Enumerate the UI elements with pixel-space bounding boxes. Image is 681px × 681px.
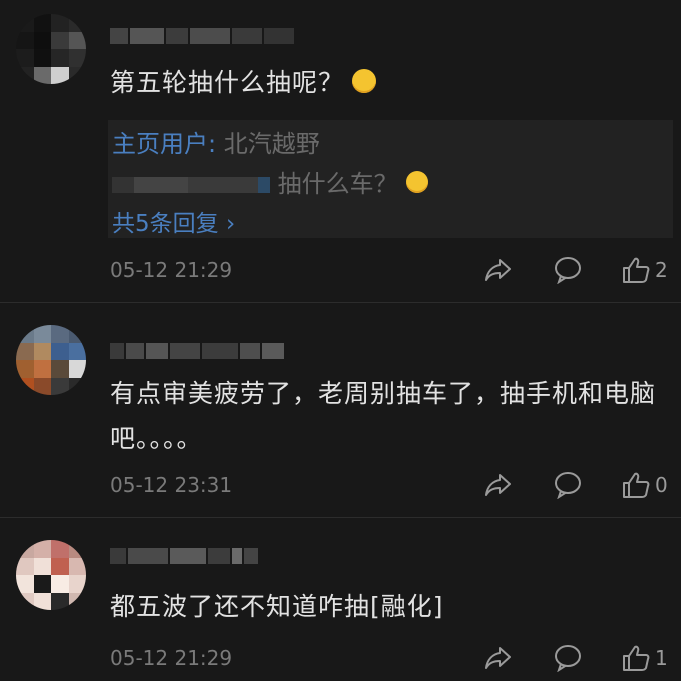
avatar[interactable] [16,540,86,610]
comment-meta: 05-12 21:29 2 [110,254,671,286]
reply-button[interactable] [551,254,585,286]
reply-preview-line: 抽什么车？ [112,164,669,204]
share-button[interactable] [481,642,515,674]
thumbs-up-icon [623,645,650,671]
comment-time: 05-12 21:29 [110,258,233,282]
comment-text: 有点审美疲劳了，老周别抽车了，抽手机和电脑吧。。。。 [110,379,657,453]
comment-item: 都五波了还不知道咋抽[融化] 05-12 21:29 1 [0,518,681,681]
comment-time: 05-12 23:31 [110,473,233,497]
comment-actions: 0 [445,469,671,501]
share-icon [485,647,511,669]
reply-author-label[interactable]: 主页用户 [112,130,208,158]
reply-author-name[interactable]: 北汽越野 [224,130,320,158]
avatar[interactable] [16,325,86,395]
more-replies-link[interactable]: 共5条回复 › [112,204,669,244]
comment-time: 05-12 21:29 [110,646,233,670]
comment-text: 第五轮抽什么抽呢？ [110,60,657,105]
reply-separator: : [208,130,217,158]
reply-preview-line: 主页用户: 北汽越野 [112,124,669,164]
pixelated-username [134,177,188,193]
comment-text-content: 第五轮抽什么抽呢？ [110,68,345,97]
thumbs-up-icon [623,257,650,283]
smiling-face-emoji-icon [352,69,377,93]
username-pixelated[interactable] [110,24,294,48]
share-button[interactable] [481,469,515,501]
reply-button[interactable] [551,469,585,501]
like-button[interactable]: 0 [621,471,671,499]
comment-item: 第五轮抽什么抽呢？ 主页用户: 北汽越野 抽什么车？ 共5条回复 › 05-12… [0,0,681,302]
share-button[interactable] [481,254,515,286]
like-count: 1 [655,646,668,670]
like-button[interactable]: 2 [621,256,671,284]
comment-icon [555,472,581,499]
thumbs-up-icon [623,472,650,498]
like-count: 2 [655,258,668,282]
pixelated-username[interactable] [112,177,134,193]
pixelated-username [188,177,258,193]
like-count: 0 [655,473,668,497]
avatar[interactable] [16,14,86,84]
username-pixelated[interactable] [110,339,284,363]
share-icon [485,259,511,281]
username-pixelated[interactable] [110,544,258,568]
reply-button[interactable] [551,642,585,674]
comment-icon [555,645,581,672]
share-icon [485,474,511,496]
comment-item: 有点审美疲劳了，老周别抽车了，抽手机和电脑吧。。。。 05-12 23:31 0 [0,303,681,517]
reply-text: 抽什么车？ [277,170,398,198]
comment-meta: 05-12 23:31 0 [110,469,671,501]
comment-meta: 05-12 21:29 1 [110,642,671,674]
comment-actions: 1 [445,642,671,674]
like-button[interactable]: 1 [621,644,671,672]
laughing-tears-emoji-icon [405,171,428,193]
comment-text: 都五波了还不知道咋抽[融化] [110,592,444,621]
comment-icon [555,257,581,284]
comment-actions: 2 [445,254,671,286]
reply-preview-box[interactable]: 主页用户: 北汽越野 抽什么车？ 共5条回复 › [108,120,673,238]
pixelated-username [258,177,270,193]
